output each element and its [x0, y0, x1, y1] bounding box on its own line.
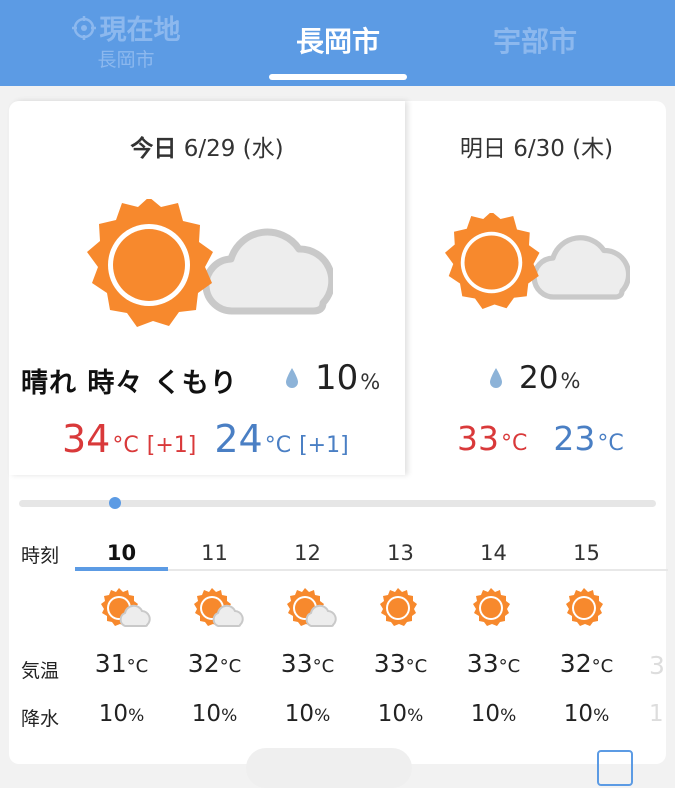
hour-rain: 10%: [354, 701, 447, 727]
high-temp-diff: [+1]: [146, 433, 197, 458]
hour-temp: 33°C: [354, 649, 447, 678]
tab-nagaoka[interactable]: 長岡市: [268, 8, 408, 78]
current-hour-indicator: [75, 567, 168, 571]
sun-cloud-icon: [194, 588, 244, 627]
hour-temp-value: 32: [187, 649, 220, 678]
hour-temp-value: 33: [466, 649, 499, 678]
rain-value: 10: [315, 358, 359, 398]
hour-temp-unit: °C: [312, 656, 335, 677]
add-button[interactable]: [597, 750, 633, 786]
today-label: 今日: [130, 136, 177, 162]
low-temp: 24: [214, 417, 263, 461]
rain-unit: %: [360, 370, 381, 394]
today-panel[interactable]: 今日 6/29 (水) 晴れ 時々 くもり 10 % 34 °C [+1] 24…: [9, 101, 405, 475]
high-temp-unit: °C: [112, 433, 139, 458]
hour-rain: 10%: [540, 701, 633, 727]
hour-label: 15: [573, 541, 600, 565]
tomorrow-date: 6/30 (木): [513, 136, 614, 162]
hour-temp: 33°C: [261, 649, 354, 678]
time-row-label: 時刻: [21, 545, 60, 567]
current-location-icon: [71, 15, 96, 40]
tomorrow-heading: 明日 6/30 (木): [407, 129, 666, 163]
hour-temp-value: 33: [280, 649, 313, 678]
hour-temp-value: 32: [559, 649, 592, 678]
low-temp-diff: [+1]: [299, 433, 349, 458]
hour-rain-value: 10: [98, 701, 129, 727]
hour-temp-unit: °C: [591, 656, 614, 677]
hour-label: 10: [106, 541, 137, 565]
hour-rain: 10%: [75, 701, 168, 727]
tomorrow-panel[interactable]: 明日 6/30 (木) 20 % 33 °C 23 °C: [407, 101, 666, 475]
high-temp-unit: °C: [501, 431, 528, 456]
today-temps: 34 °C [+1] 24 °C [+1]: [62, 417, 349, 461]
today-rain-chance: 10 %: [285, 358, 380, 398]
hour-temp: 32°C: [168, 649, 261, 678]
hour-temp: 32°C: [540, 649, 633, 678]
location-tab-bar: 現在地 長岡市 長岡市 宇部市: [0, 0, 675, 86]
low-temp: 23: [553, 419, 596, 458]
hour-rain: 10%: [447, 701, 540, 727]
today-heading: 今日 6/29 (水): [9, 129, 405, 163]
hour-rain-unit: %: [593, 706, 610, 726]
view-toggle[interactable]: [246, 748, 412, 788]
tab-label: 現在地: [99, 15, 181, 46]
hour-rain-value: 10: [284, 701, 315, 727]
rain-unit: %: [560, 369, 581, 393]
tomorrow-label: 明日: [459, 136, 506, 162]
tomorrow-rain-chance: 20 %: [489, 360, 580, 396]
raindrop-icon: [490, 368, 502, 388]
hour-rain-unit: %: [314, 706, 331, 726]
high-temp: 33: [457, 419, 499, 458]
hour-label: 12: [294, 541, 321, 565]
rain-row-label: 降水: [21, 708, 60, 730]
tab-label: 宇部市: [492, 25, 577, 58]
hour-temp-unit: °C: [498, 656, 521, 677]
hour-temp-value: 33: [373, 649, 406, 678]
next-hour-partial: 3 1: [649, 651, 665, 727]
hour-rain: 10%: [168, 701, 261, 727]
today-date: 6/29 (水): [183, 136, 284, 162]
sun-cloud-icon: [287, 588, 337, 627]
hour-rain-unit: %: [407, 706, 424, 726]
hour-rain-value: 10: [470, 701, 501, 727]
hour-rain-value: 10: [377, 701, 408, 727]
hour-rain-unit: %: [221, 706, 238, 726]
raindrop-icon: [286, 368, 298, 388]
sun-cloud-icon: [87, 199, 333, 327]
high-temp: 34: [62, 417, 111, 461]
hour-rain-unit: %: [128, 706, 145, 726]
today-condition: 晴れ 時々 くもり: [21, 368, 238, 399]
hour-scroll-handle[interactable]: [109, 497, 121, 509]
hour-label: 11: [201, 541, 228, 565]
hour-rain: 10%: [261, 701, 354, 727]
hour-rain-value: 10: [563, 701, 594, 727]
sun-icon: [473, 588, 510, 626]
sun-icon: [380, 588, 417, 626]
hour-temp-value: 31: [94, 649, 127, 678]
sun-cloud-icon: [445, 213, 630, 309]
hour-temp-unit: °C: [126, 656, 149, 677]
active-tab-indicator: [269, 74, 407, 80]
forecast-card: 今日 6/29 (水) 晴れ 時々 くもり 10 % 34 °C [+1] 24…: [9, 101, 668, 764]
sun-icon: [566, 588, 603, 626]
hour-temp: 31°C: [75, 649, 168, 678]
hour-label: 14: [480, 541, 507, 565]
tab-ube[interactable]: 宇部市: [465, 8, 605, 78]
hour-rain-value: 10: [191, 701, 222, 727]
sun-cloud-icon: [101, 588, 151, 627]
hour-temp: 33°C: [447, 649, 540, 678]
hour-rain-unit: %: [500, 706, 517, 726]
rain-value: 20: [519, 360, 559, 396]
tab-label: 長岡市: [295, 25, 380, 58]
tab-current-location[interactable]: 現在地 長岡市: [56, 8, 196, 78]
temp-row-label: 気温: [21, 660, 60, 682]
tab-sublabel: 長岡市: [97, 49, 155, 71]
hour-label: 13: [387, 541, 414, 565]
hour-temp-unit: °C: [405, 656, 428, 677]
hour-temp-unit: °C: [219, 656, 242, 677]
low-temp-unit: °C: [264, 433, 292, 458]
low-temp-unit: °C: [597, 431, 624, 456]
tomorrow-temps: 33 °C 23 °C: [457, 419, 624, 458]
